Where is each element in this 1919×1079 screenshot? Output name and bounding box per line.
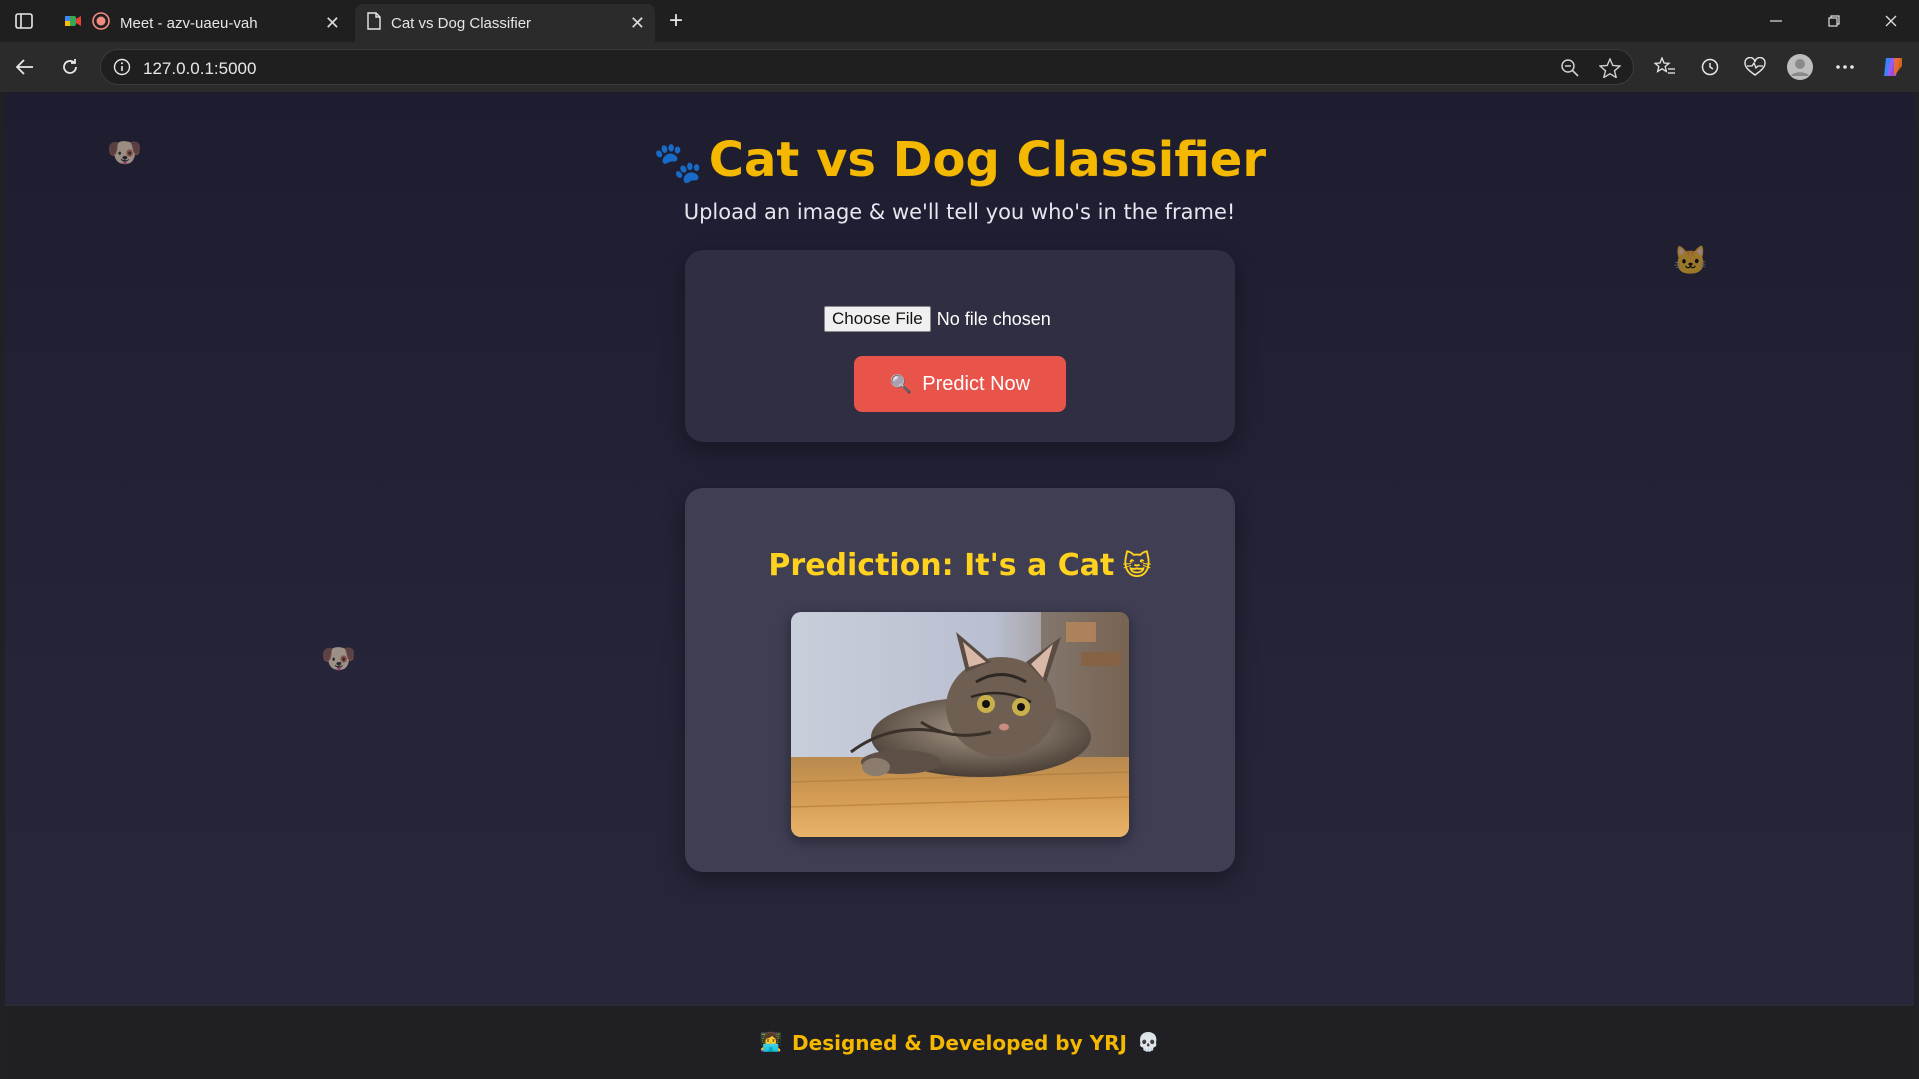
page-subtitle: Upload an image & we'll tell you who's i…: [683, 200, 1236, 224]
footer-credit-text: Designed & Developed by YRJ: [792, 1030, 1127, 1055]
url-text: 127.0.0.1:5000: [143, 59, 257, 78]
history-icon[interactable]: [1695, 52, 1725, 82]
skull-icon: 💀: [1136, 1032, 1160, 1053]
restore-icon[interactable]: [1814, 8, 1854, 34]
file-status-text: No file chosen: [936, 308, 1051, 329]
cat-face-icon: 😺: [1122, 549, 1152, 582]
paw-icon: 🐾: [652, 140, 703, 186]
zoom-out-icon[interactable]: [1560, 58, 1580, 83]
minimize-icon[interactable]: [1756, 8, 1796, 34]
predict-button[interactable]: 🔍 Predict Now: [854, 356, 1066, 412]
page-title-text: Cat vs Dog Classifier: [708, 132, 1266, 188]
page-footer: 👩‍💻 Designed & Developed by YRJ 💀: [5, 1004, 1914, 1079]
upload-card: Choose File No file chosen 🔍 Predict Now: [685, 250, 1235, 442]
browser-toolbar: 127.0.0.1:5000: [0, 42, 1919, 92]
tab-classifier[interactable]: Cat vs Dog Classifier ✕: [355, 4, 655, 42]
tab-meet[interactable]: Meet - azv-uaeu-vah ✕: [52, 4, 350, 42]
choose-file-button[interactable]: Choose File: [824, 306, 931, 332]
page-title: 🐾 Cat vs Dog Classifier: [5, 132, 1914, 188]
back-icon[interactable]: [10, 52, 40, 82]
reload-icon[interactable]: [55, 52, 85, 82]
tab-bar: Meet - azv-uaeu-vah ✕ Cat vs Dog Classif…: [0, 0, 1919, 42]
favorite-star-icon[interactable]: [1598, 57, 1622, 83]
close-tab-icon[interactable]: ✕: [630, 13, 645, 34]
file-input[interactable]: Choose File No file chosen: [824, 306, 1051, 332]
technologist-icon: 👩‍💻: [759, 1032, 783, 1053]
profile-avatar-icon[interactable]: [1785, 52, 1815, 82]
uploaded-cat-image: [791, 612, 1129, 837]
magnifier-icon: 🔍: [889, 373, 913, 394]
favorites-icon[interactable]: [1650, 52, 1680, 82]
close-window-icon[interactable]: [1871, 8, 1911, 34]
predict-button-label: Predict Now: [922, 372, 1031, 395]
page-content: 🐶 🐱 🐶 🐾 Cat vs Dog Classifier Upload an i…: [5, 92, 1914, 1079]
address-bar[interactable]: 127.0.0.1:5000: [100, 49, 1634, 85]
prediction-text: Prediction: It's a Cat: [768, 548, 1115, 583]
meet-icon: [64, 13, 82, 33]
prediction-heading: Prediction: It's a Cat 😺: [685, 548, 1235, 583]
more-menu-icon[interactable]: [1830, 52, 1860, 82]
result-card: Prediction: It's a Cat 😺: [685, 488, 1235, 872]
floating-dog-emoji: 🐶: [321, 643, 356, 674]
floating-cat-emoji: 🐱: [1673, 245, 1708, 276]
tab-title: Cat vs Dog Classifier: [391, 14, 532, 32]
sidebar-toggle-icon[interactable]: [10, 8, 38, 34]
copilot-icon[interactable]: [1878, 52, 1908, 82]
tab-title: Meet - azv-uaeu-vah: [120, 14, 258, 32]
close-tab-icon[interactable]: ✕: [325, 13, 340, 34]
site-info-icon[interactable]: [113, 58, 131, 81]
health-heart-icon[interactable]: [1740, 52, 1770, 82]
new-tab-button[interactable]: +: [662, 7, 690, 34]
recording-icon: [92, 12, 110, 34]
page-icon: [367, 12, 381, 34]
